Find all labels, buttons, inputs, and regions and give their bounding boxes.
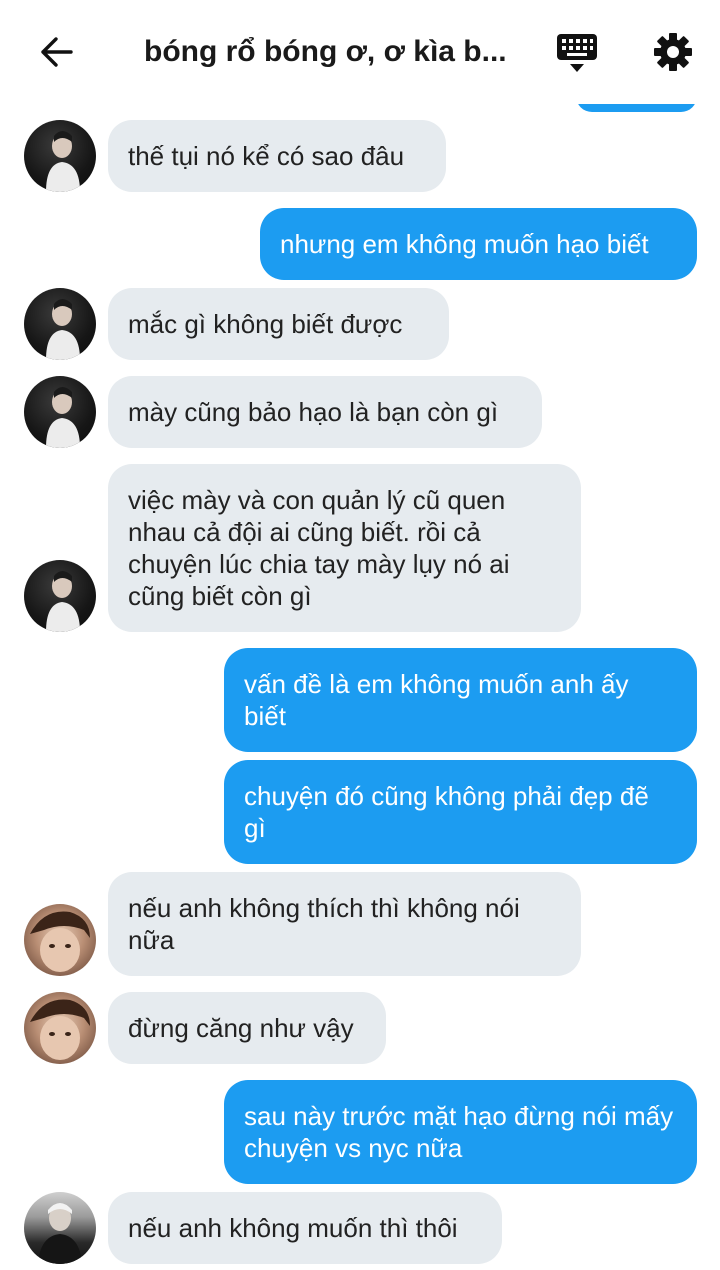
message-text: nếu anh không muốn thì thôi xyxy=(128,1213,458,1243)
keyboard-button[interactable] xyxy=(552,30,602,76)
person-face-icon xyxy=(30,999,90,1060)
keyboard-icon xyxy=(557,34,597,72)
person-silhouette-icon xyxy=(46,131,80,192)
avatar[interactable] xyxy=(24,992,96,1064)
chat-header: bóng rổ bóng ơ, ơ kìa b... xyxy=(0,0,720,104)
incoming-message[interactable]: việc mày và con quản lý cũ quen nhau cả … xyxy=(108,464,581,632)
avatar[interactable] xyxy=(24,288,96,360)
message-text: nếu anh không thích thì không nói nữa xyxy=(128,893,520,955)
avatar[interactable] xyxy=(24,120,96,192)
message-text: việc mày và con quản lý cũ quen nhau cả … xyxy=(128,485,510,611)
incoming-message[interactable]: nếu anh không thích thì không nói nữa xyxy=(108,872,581,976)
avatar[interactable] xyxy=(24,376,96,448)
outgoing-message[interactable]: nhưng em không muốn hạo biết xyxy=(260,208,697,280)
message-text: đừng căng như vậy xyxy=(128,1013,354,1043)
person-silhouette-icon xyxy=(38,1203,82,1264)
outgoing-message[interactable]: vấn đề là em không muốn anh ấy biết xyxy=(224,648,697,752)
chat-title: bóng rổ bóng ơ, ơ kìa b... xyxy=(144,35,507,68)
incoming-message[interactable]: đừng căng như vậy xyxy=(108,992,386,1064)
message-text: nhưng em không muốn hạo biết xyxy=(280,229,649,259)
incoming-message[interactable]: nếu anh không muốn thì thôi xyxy=(108,1192,502,1264)
incoming-message[interactable]: thế tụi nó kể có sao đâu xyxy=(108,120,446,192)
avatar[interactable] xyxy=(24,1192,96,1264)
message-text: thế tụi nó kể có sao đâu xyxy=(128,141,405,171)
avatar[interactable] xyxy=(24,560,96,632)
message-text: mắc gì không biết được xyxy=(128,309,403,339)
person-face-icon xyxy=(30,911,90,972)
settings-button[interactable] xyxy=(648,28,698,76)
back-button[interactable] xyxy=(30,28,82,76)
message-text: vấn đề là em không muốn anh ấy biết xyxy=(244,669,629,731)
person-silhouette-icon xyxy=(46,571,80,632)
person-silhouette-icon xyxy=(46,299,80,360)
arrow-left-icon xyxy=(41,37,73,67)
message-text: chuyện đó cũng không phải đẹp đẽ gì xyxy=(244,781,649,843)
outgoing-message[interactable]: chuyện đó cũng không phải đẹp đẽ gì xyxy=(224,760,697,864)
person-silhouette-icon xyxy=(46,387,80,448)
incoming-message[interactable]: mắc gì không biết được xyxy=(108,288,449,360)
outgoing-message[interactable]: sau này trước mặt hạo đừng nói mấy chuyệ… xyxy=(224,1080,697,1184)
message-text: mày cũng bảo hạo là bạn còn gì xyxy=(128,397,499,427)
avatar[interactable] xyxy=(24,904,96,976)
gear-icon xyxy=(654,33,692,71)
message-text: sau này trước mặt hạo đừng nói mấy chuyệ… xyxy=(244,1101,674,1163)
incoming-message[interactable]: mày cũng bảo hạo là bạn còn gì xyxy=(108,376,542,448)
chat-screen: bóng rổ bóng ơ, ơ kìa b... thế tụi nó kể… xyxy=(0,0,720,1270)
